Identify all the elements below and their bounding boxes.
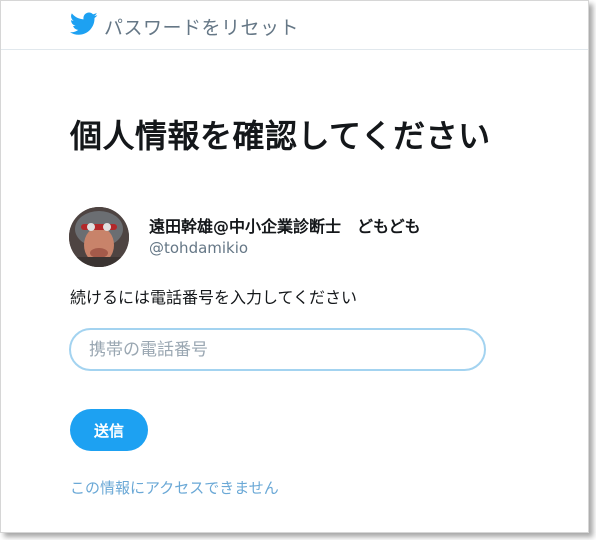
twitter-bird-icon [70, 12, 98, 35]
header-title: パスワードをリセット [104, 17, 300, 39]
instruction-text: 続けるには電話番号を入力してください [70, 288, 358, 307]
avatar-image [69, 207, 129, 267]
page-frame: パスワードをリセット 個人情報を確認してください 遠田幹雄@中小企業診断士 ども… [0, 0, 589, 533]
user-display-name: 遠田幹雄@中小企業診断士 どもども [149, 217, 421, 236]
user-screen-name: @tohdamikio [149, 239, 249, 257]
phone-number-input[interactable] [69, 328, 486, 371]
page-title: 個人情報を確認してください [70, 117, 491, 155]
header-bar: パスワードをリセット [1, 1, 588, 50]
submit-button[interactable]: 送信 [70, 409, 148, 451]
avatar [69, 207, 129, 267]
cannot-access-link[interactable]: この情報にアクセスできません [70, 477, 279, 498]
